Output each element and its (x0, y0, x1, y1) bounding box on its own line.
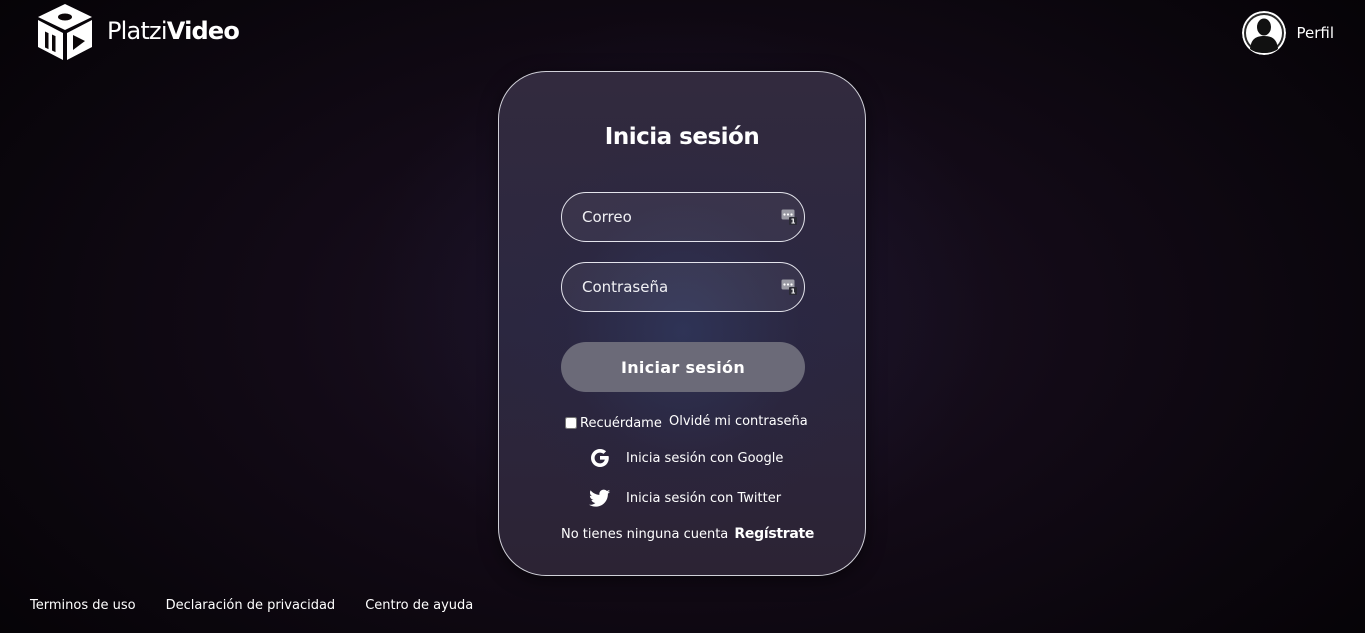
brand-name-bold: Video (166, 17, 240, 45)
google-g-icon (591, 449, 609, 467)
password-field-wrapper: 1 (561, 262, 805, 312)
signup-row: No tienes ninguna cuenta Regístrate (561, 526, 814, 542)
footer-link-help[interactable]: Centro de ayuda (365, 598, 473, 613)
forgot-password-link[interactable]: Olvidé mi contraseña (669, 414, 808, 429)
twitter-login-button[interactable]: Inicia sesión con Twitter (589, 487, 781, 509)
profile-menu[interactable]: Perfil (1242, 11, 1334, 55)
no-account-text: No tienes ninguna cuenta (561, 527, 729, 542)
twitter-bird-icon (589, 489, 611, 507)
footer-link-privacy[interactable]: Declaración de privacidad (166, 598, 336, 613)
platzi-video-cube-icon (38, 4, 92, 60)
email-field-wrapper: 1 (561, 192, 805, 242)
register-link[interactable]: Regístrate (734, 526, 814, 542)
login-card: Inicia sesión 1 1 Iniciar sesión Recuérd… (498, 71, 866, 576)
remember-checkbox[interactable] (565, 416, 577, 429)
google-login-button[interactable]: Inicia sesión con Google (589, 447, 783, 469)
brand-name-light: Platzi (107, 17, 168, 45)
login-submit-button[interactable]: Iniciar sesión (561, 342, 805, 392)
password-manager-icon[interactable]: 1 (781, 209, 797, 225)
profile-label: Perfil (1296, 24, 1334, 42)
twitter-login-label: Inicia sesión con Twitter (626, 490, 782, 506)
remember-me[interactable]: Recuérdame (565, 414, 662, 431)
svg-text:1: 1 (791, 288, 796, 296)
login-title: Inicia sesión (604, 124, 760, 150)
svg-text:1: 1 (791, 218, 796, 226)
login-options-row: Recuérdame Olvidé mi contraseña (565, 414, 815, 434)
user-avatar-icon (1242, 11, 1287, 55)
remember-label: Recuérdame (580, 416, 662, 431)
brand-logo[interactable]: PlatziVideo (35, 2, 240, 62)
password-manager-icon[interactable]: 1 (781, 279, 797, 295)
footer-links: Terminos de uso Declaración de privacida… (30, 598, 503, 613)
google-login-label: Inicia sesión con Google (626, 450, 784, 466)
password-input[interactable] (582, 263, 772, 311)
email-input[interactable] (582, 193, 772, 241)
brand-name: PlatziVideo (107, 17, 240, 45)
footer-link-terms[interactable]: Terminos de uso (30, 598, 136, 613)
